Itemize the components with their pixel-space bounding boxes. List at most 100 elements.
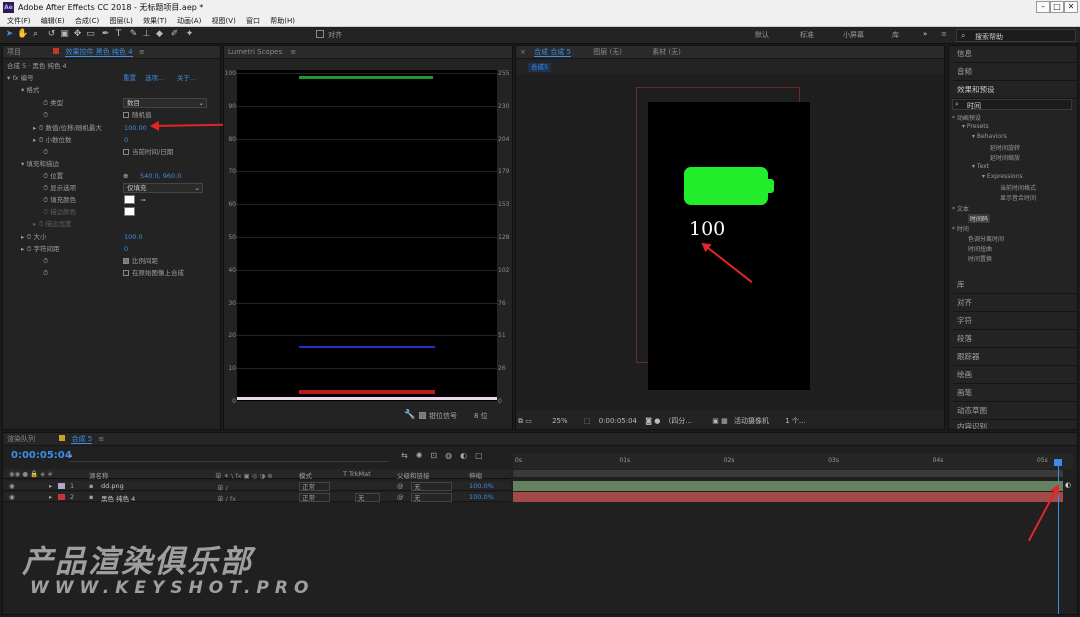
stopwatch-icon[interactable]: ⏱ xyxy=(43,110,48,121)
menu-composition[interactable]: 合成(C) xyxy=(75,17,99,25)
pen-tool-icon[interactable]: ✒ xyxy=(100,29,111,40)
fill-stroke-group[interactable]: ▾ 填充和描边 xyxy=(21,159,59,170)
mask-tool-icon[interactable]: ▭ xyxy=(85,29,96,40)
layer-stretch-value[interactable]: 100.0% xyxy=(469,482,494,490)
transparency-grid-icon[interactable]: ▦ xyxy=(721,417,728,425)
minimize-button[interactable]: – xyxy=(1036,1,1050,13)
bit-depth-dropdown[interactable]: 8 位 xyxy=(474,411,488,421)
help-search-box[interactable]: ⌕ 搜索帮助 xyxy=(956,29,1076,42)
menu-animation[interactable]: 动画(A) xyxy=(177,17,201,25)
motion-sketch-panel-tab[interactable]: 动态草图 xyxy=(953,402,1077,420)
stopwatch-icon[interactable]: ⏱ xyxy=(43,256,48,267)
menu-edit[interactable]: 编辑(E) xyxy=(41,17,65,25)
close-tab-icon[interactable]: × xyxy=(520,48,526,56)
hand-tool-icon[interactable]: ✋ xyxy=(17,29,28,40)
tab-layer[interactable]: 图层 (无) xyxy=(593,48,622,56)
format-group[interactable]: ▾ 格式 xyxy=(21,85,39,96)
expand-triangle-icon[interactable]: ▸ xyxy=(49,482,52,490)
tree-item[interactable]: 色调分离时间 xyxy=(968,234,1004,243)
effects-presets-tab[interactable]: 效果和预设 xyxy=(953,81,1077,99)
library-panel-tab[interactable]: 库 xyxy=(953,276,1077,294)
tree-time-category[interactable]: * 时间 xyxy=(952,224,969,233)
current-time-checkbox[interactable]: 当前时间/日期 xyxy=(123,147,173,158)
panel-menu-icon[interactable]: ≡ xyxy=(98,435,104,443)
timeline-switch-icons[interactable]: ⇆✺⊡◍◐▢ xyxy=(401,451,491,460)
maximize-button[interactable]: □ xyxy=(1050,1,1064,13)
snap-checkbox[interactable] xyxy=(316,30,324,38)
region-of-interest-icon[interactable]: ▣ xyxy=(712,417,719,425)
tab-footage[interactable]: 素材 (无) xyxy=(652,48,681,56)
align-panel-tab[interactable]: 对齐 xyxy=(953,294,1077,312)
table-row[interactable]: ◉ ▸ 1 ▪ dd.png 单 / 正常 @ 无 100.0% xyxy=(3,481,511,492)
timeline-timecode[interactable]: 0:00:05:04 xyxy=(11,450,72,461)
layer-parent-dropdown[interactable]: 无 xyxy=(411,493,452,502)
tab-project[interactable]: 项目 xyxy=(7,48,21,56)
tree-item[interactable]: 显示音合时间 xyxy=(1000,193,1036,202)
tab-comp5[interactable]: 合成 5 xyxy=(71,435,93,444)
close-button[interactable]: ✕ xyxy=(1064,1,1078,13)
layer-2-track[interactable] xyxy=(513,492,1063,502)
brush-tool-icon[interactable]: ✎ xyxy=(128,29,139,40)
tree-animation-presets[interactable]: * 动画预设 xyxy=(952,113,981,122)
viewer-canvas[interactable]: 100 xyxy=(516,74,944,410)
type-tool-icon[interactable]: T xyxy=(113,29,124,40)
comp-breadcrumb-chip[interactable]: 合成5 xyxy=(528,63,552,72)
layer-1-track[interactable] xyxy=(513,481,1063,491)
zoom-dropdown[interactable]: 25% xyxy=(552,417,568,425)
camera-tool-icon[interactable]: ▣ xyxy=(59,29,70,40)
layer-mode-dropdown[interactable]: 正常 xyxy=(299,482,330,491)
eraser-tool-icon[interactable]: ◆ xyxy=(154,29,165,40)
zoom-tool-icon[interactable]: ⌕ xyxy=(30,29,41,40)
brushes-panel-tab[interactable]: 画笔 xyxy=(953,384,1077,402)
monitor-icon[interactable]: ▭ xyxy=(525,417,532,425)
camera-dropdown[interactable]: 活动摄像机 xyxy=(734,417,769,425)
menu-effect[interactable]: 效果(T) xyxy=(143,17,167,25)
region-icon[interactable]: ⧉ xyxy=(518,417,523,425)
position-field[interactable]: 540.0, 960.0 xyxy=(140,171,181,182)
tracker-panel-tab[interactable]: 跟踪器 xyxy=(953,348,1077,366)
work-area-bar[interactable] xyxy=(513,470,1063,477)
layer-stretch-value[interactable]: 100.0% xyxy=(469,493,494,501)
layer-trkmat-dropdown[interactable]: 无 xyxy=(355,493,380,502)
menu-window[interactable]: 窗口 xyxy=(246,17,260,25)
column-trkmat[interactable]: T TrkMat xyxy=(343,470,371,478)
composite-on-original-checkbox[interactable]: 在原始图像上合成 xyxy=(123,268,184,279)
workspace-default[interactable]: 默认 xyxy=(755,30,769,40)
tree-item-selected[interactable]: 时间码 xyxy=(968,214,991,223)
tab-lumetri-scopes[interactable]: Lumetri Scopes xyxy=(228,48,282,56)
eyedropper-icon[interactable]: ⊸ xyxy=(140,195,145,206)
type-dropdown[interactable]: 数目 ⌄ xyxy=(123,98,207,108)
stopwatch-icon[interactable]: ⏱ xyxy=(43,147,48,158)
layer-name[interactable]: dd.png xyxy=(101,482,124,490)
label-color-swatch[interactable] xyxy=(58,483,65,489)
tree-text-category[interactable]: * 文本 xyxy=(952,204,969,213)
layer-name[interactable]: 黑色 纯色 4 xyxy=(101,493,135,503)
workspace-standard[interactable]: 标准 xyxy=(800,30,814,40)
fill-color-swatch[interactable] xyxy=(124,195,135,204)
resolution-dropdown[interactable]: (四分... xyxy=(669,417,692,425)
info-panel-tab[interactable]: 信息 xyxy=(953,45,1077,63)
tab-composition[interactable]: 合成 合成 5 xyxy=(534,48,572,57)
column-mode[interactable]: 模式 xyxy=(299,470,312,480)
menu-file[interactable]: 文件(F) xyxy=(7,17,31,25)
label-color-swatch[interactable] xyxy=(58,494,65,500)
selection-tool-icon[interactable]: ➤ xyxy=(4,29,15,40)
playhead-handle[interactable] xyxy=(1054,459,1062,466)
tab-effect-controls[interactable]: 效果控件 黑色 纯色 4 xyxy=(65,48,133,57)
random-checkbox[interactable]: 随机值 xyxy=(123,110,152,121)
expand-triangle-icon[interactable]: ▸ xyxy=(49,493,52,501)
size-field[interactable]: 100.0 xyxy=(124,232,143,243)
visibility-eye-icon[interactable]: ◉ xyxy=(9,493,15,501)
tree-text-folder[interactable]: ▾ Text xyxy=(972,163,989,170)
column-stretch[interactable]: 伸缩 xyxy=(469,470,482,480)
pick-whip-icon[interactable]: @ xyxy=(397,493,404,501)
visibility-eye-icon[interactable]: ◉ xyxy=(9,482,15,490)
layer-parent-dropdown[interactable]: 无 xyxy=(411,482,452,491)
proportional-spacing-checkbox[interactable]: 比例间距 xyxy=(123,256,158,267)
more-workspaces-icon[interactable]: » xyxy=(923,30,927,38)
clamp-signal-checkbox[interactable] xyxy=(419,412,426,419)
display-options-dropdown[interactable]: 仅填充 ⌄ xyxy=(123,183,203,193)
tree-behaviors-folder[interactable]: ▾ Behaviors xyxy=(972,133,1007,140)
effects-search-input[interactable]: ⌕ 时间 xyxy=(952,99,1072,110)
content-aware-fill-tab[interactable]: 内容识别 xyxy=(953,420,1077,430)
